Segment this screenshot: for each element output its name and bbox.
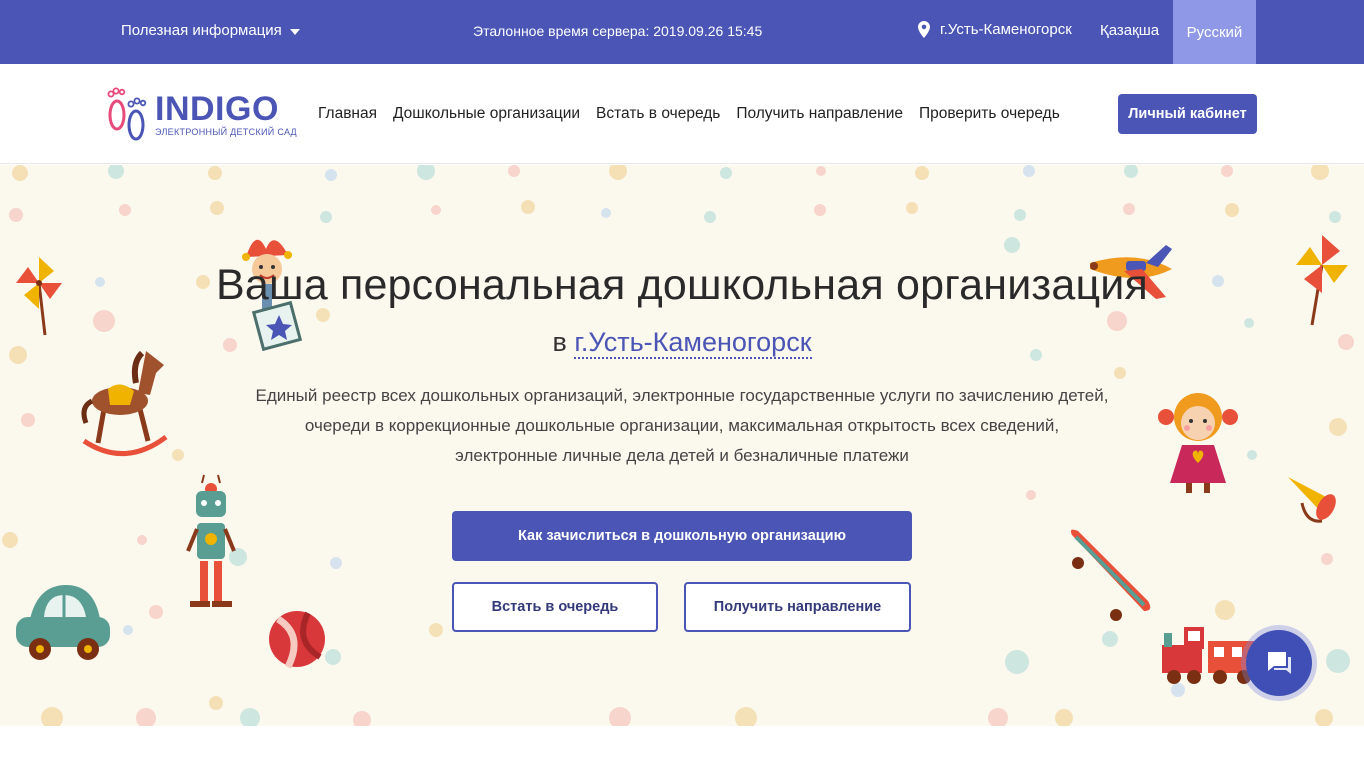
logo-name: INDIGO	[155, 89, 279, 128]
hero-description: Единый реестр всех дошкольных организаци…	[232, 381, 1132, 471]
nav-item-queue[interactable]: Встать в очередь	[596, 105, 720, 123]
robot-toy-icon	[186, 474, 236, 607]
hero-city-line: в г.Усть-Каменогорск	[0, 327, 1364, 359]
logo-subtitle: ЭЛЕКТРОННЫЙ ДЕТСКИЙ САД	[155, 126, 297, 137]
city-label: г.Усть-Каменогорск	[940, 21, 1072, 38]
footprints-logo-icon	[107, 87, 147, 141]
server-time: Эталонное время сервера: 2019.09.26 15:4…	[473, 23, 763, 39]
logo-text: INDIGO ЭЛЕКТРОННЫЙ ДЕТСКИЙ САД	[155, 92, 297, 137]
lang-russian-label: Русский	[1186, 23, 1243, 41]
nav-item-organizations[interactable]: Дошкольные организации	[393, 105, 580, 123]
lang-kazakh[interactable]: Қазақша	[1100, 22, 1159, 39]
nav-menu: Главная Дошкольные организации Встать в …	[318, 105, 1060, 123]
skateboard-icon	[1070, 529, 1151, 621]
ball-icon	[269, 611, 325, 669]
toy-train-icon	[1162, 627, 1256, 684]
hero-city-link[interactable]: г.Усть-Каменогорск	[574, 327, 812, 359]
hero-title: Ваша персональная дошкольная организация	[216, 261, 1148, 309]
get-direction-button[interactable]: Получить направление	[684, 582, 911, 632]
join-queue-button[interactable]: Встать в очередь	[452, 582, 658, 632]
hero-section: Ваша персональная дошкольная организация…	[0, 165, 1364, 726]
chat-icon	[1268, 652, 1291, 674]
main-navbar: INDIGO ЭЛЕКТРОННЫЙ ДЕТСКИЙ САД Главная Д…	[0, 64, 1364, 164]
enroll-info-button[interactable]: Как зачислиться в дошкольную организацию	[452, 511, 912, 561]
nav-item-check-queue[interactable]: Проверить очередь	[919, 105, 1060, 123]
toy-car-icon	[16, 585, 110, 660]
page-bottom	[0, 726, 1364, 770]
city-selector[interactable]: г.Усть-Каменогорск	[918, 21, 1072, 38]
caret-down-icon	[289, 28, 300, 35]
hero-desc-line: электронные личные дела детей и безналич…	[455, 446, 909, 465]
hero-city-prefix: в	[552, 327, 567, 357]
lang-russian[interactable]: Русский	[1173, 0, 1256, 64]
doll-icon	[1158, 393, 1238, 493]
logo[interactable]: INDIGO ЭЛЕКТРОННЫЙ ДЕТСКИЙ САД	[105, 84, 297, 144]
top-bar: Полезная информация Эталонное время серв…	[0, 0, 1364, 64]
personal-cabinet-button[interactable]: Личный кабинет	[1118, 94, 1257, 134]
hero-desc-line: Единый реестр всех дошкольных организаци…	[255, 386, 1109, 405]
megaphone-icon	[1288, 477, 1336, 523]
useful-info-dropdown[interactable]: Полезная информация	[121, 22, 300, 39]
nav-item-home[interactable]: Главная	[318, 105, 377, 123]
map-pin-icon	[918, 21, 930, 38]
rocking-horse-icon	[81, 350, 168, 456]
chat-button[interactable]	[1246, 630, 1312, 696]
nav-item-direction[interactable]: Получить направление	[736, 105, 903, 123]
useful-info-label: Полезная информация	[121, 22, 282, 39]
hero-desc-line: очереди в коррекционные дошкольные орган…	[304, 416, 1060, 435]
